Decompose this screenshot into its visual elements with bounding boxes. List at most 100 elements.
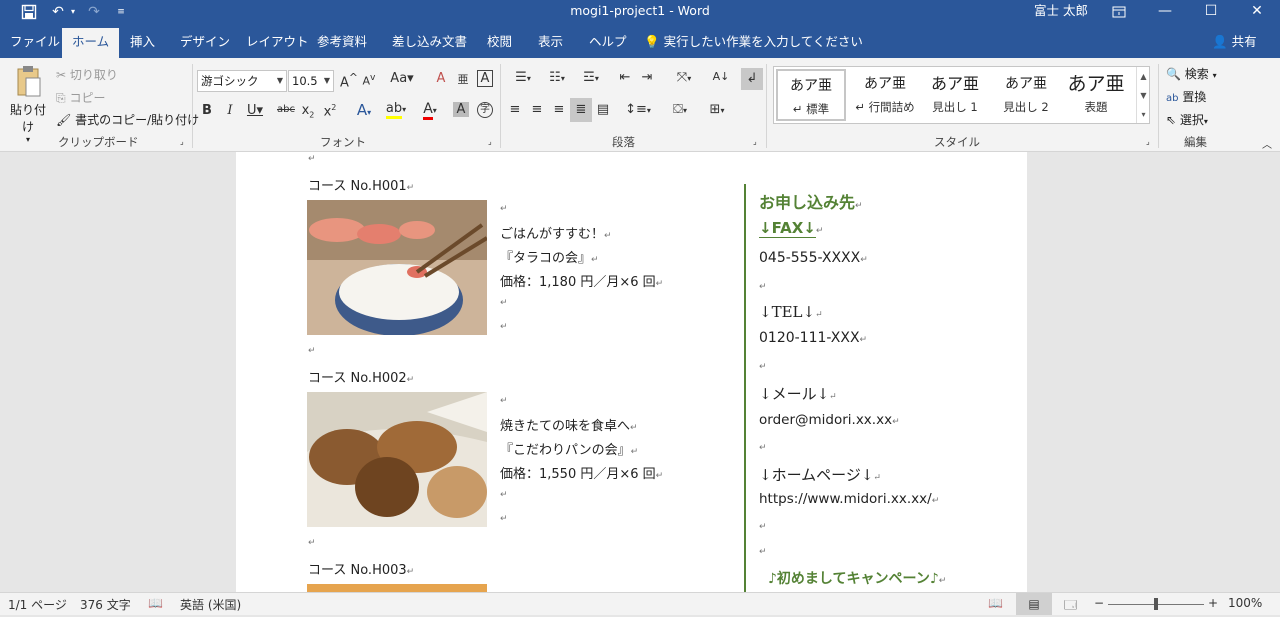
- align-left-icon[interactable]: ≡: [506, 102, 524, 117]
- tab-view[interactable]: 表示: [538, 28, 563, 58]
- zoom-slider-thumb[interactable]: [1154, 598, 1158, 610]
- column-divider: [744, 184, 746, 592]
- style-heading-2[interactable]: あア亜 見出し 2: [991, 69, 1061, 121]
- paragraph-mark: ↵: [759, 547, 767, 557]
- tab-help[interactable]: ヘルプ: [589, 28, 627, 58]
- select-button[interactable]: ⇖ 選択▾: [1166, 111, 1208, 128]
- zoom-out-icon[interactable]: −: [1094, 596, 1104, 610]
- print-layout-icon[interactable]: ▤: [1016, 593, 1052, 615]
- group-label-styles: スタイル: [934, 135, 980, 149]
- font-size-combo[interactable]: 10.5 ▼: [288, 70, 334, 92]
- proofing-icon[interactable]: 📖: [148, 596, 163, 610]
- tell-me-box[interactable]: 💡 実行したい作業を入力してください: [644, 28, 863, 56]
- show-formatting-marks-icon[interactable]: ↲: [741, 68, 763, 90]
- dialog-launcher-icon[interactable]: ⌟: [1146, 137, 1150, 146]
- paragraph-mark: ↵: [500, 298, 508, 308]
- change-case-icon[interactable]: Aa▾: [390, 71, 414, 86]
- italic-icon[interactable]: I: [224, 103, 236, 118]
- style-no-spacing[interactable]: あア亜 ↵ 行間詰め: [850, 69, 920, 121]
- chevron-down-icon: ▾: [1212, 71, 1217, 80]
- ribbon-tabs: ファイル ホーム 挿入 デザイン レイアウト 参考資料 差し込み文書 校閲 表示…: [0, 24, 1280, 58]
- tab-insert[interactable]: 挿入: [130, 28, 155, 58]
- course-line: 焼きたての味を食卓へ↵: [500, 419, 638, 434]
- zoom-level[interactable]: 100%: [1228, 596, 1262, 610]
- word-count[interactable]: 376 文字: [80, 596, 131, 613]
- align-right-icon[interactable]: ≡: [550, 102, 568, 117]
- borders-icon[interactable]: ⊞▾: [702, 102, 732, 117]
- minimize-icon[interactable]: —: [1142, 0, 1188, 24]
- close-icon[interactable]: ✕: [1234, 0, 1280, 24]
- tab-layout[interactable]: レイアウト: [246, 28, 309, 58]
- cursor-icon: ⇖: [1166, 113, 1177, 127]
- character-shading-icon[interactable]: A: [453, 102, 469, 117]
- asian-layout-icon[interactable]: ⤧▾: [670, 70, 698, 85]
- phonetic-guide-icon[interactable]: 亜: [456, 71, 470, 87]
- tab-review[interactable]: 校閲: [487, 28, 512, 58]
- grow-font-icon[interactable]: A^: [340, 71, 358, 90]
- distributed-icon[interactable]: ▤: [594, 102, 612, 117]
- style-heading-1[interactable]: あア亜 見出し 1: [920, 69, 990, 121]
- dialog-launcher-icon[interactable]: ⌟: [180, 137, 184, 146]
- underline-icon[interactable]: U▾: [245, 103, 265, 118]
- multilevel-list-icon[interactable]: ☲▾: [576, 70, 606, 85]
- group-label-editing: 編集: [1184, 135, 1207, 149]
- format-painter-button[interactable]: 🖌 書式のコピー/貼り付け: [56, 111, 199, 128]
- dialog-launcher-icon[interactable]: ⌟: [753, 137, 757, 146]
- find-button[interactable]: 🔍 検索 ▾: [1166, 65, 1217, 82]
- web-layout-icon[interactable]: 🗔: [1064, 596, 1077, 617]
- align-center-icon[interactable]: ≡: [528, 102, 546, 117]
- font-name-combo[interactable]: 游ゴシック ▼: [197, 70, 287, 92]
- photo-bread-basket[interactable]: [307, 392, 487, 527]
- course-line: 『こだわりパンの会』↵: [500, 443, 639, 458]
- bullets-icon[interactable]: ☰▾: [508, 70, 538, 85]
- document-page[interactable]: ↵ コース No.H001↵ ↵ ごはんがすすむ！↵ 『タラコの会』↵ 価格：1…: [236, 152, 1027, 592]
- bold-icon[interactable]: B: [201, 103, 213, 118]
- cut-button[interactable]: ✂ 切り取り: [56, 66, 118, 83]
- ribbon-display-options-icon[interactable]: [1096, 0, 1142, 24]
- clear-formatting-icon[interactable]: A: [434, 71, 448, 86]
- subscript-icon[interactable]: x2: [301, 103, 315, 120]
- style-title[interactable]: あア亜 表題: [1061, 69, 1131, 121]
- photo-course3[interactable]: [307, 584, 487, 592]
- page-count[interactable]: 1/1 ページ: [8, 596, 67, 613]
- style-gallery-scroll[interactable]: ▲ ▼ ▾: [1136, 67, 1150, 123]
- text-effects-icon[interactable]: A▾: [352, 101, 376, 119]
- tab-mailings[interactable]: 差し込み文書: [392, 28, 467, 58]
- font-color-icon[interactable]: A▾: [418, 101, 442, 120]
- tab-file[interactable]: ファイル: [10, 28, 60, 58]
- line-spacing-icon[interactable]: ↕≡▾: [624, 102, 652, 117]
- character-border-icon[interactable]: A: [477, 70, 493, 87]
- clipboard-icon: [17, 66, 41, 97]
- chevron-down-icon: ▼: [276, 76, 283, 85]
- zoom-in-icon[interactable]: +: [1208, 596, 1218, 610]
- shading-icon[interactable]: ⛋▾: [666, 102, 694, 117]
- style-normal[interactable]: あア亜 ↵ 標準: [776, 69, 846, 121]
- numbering-icon[interactable]: ☷▾: [542, 70, 572, 85]
- paste-button[interactable]: 貼り付け ▾: [6, 64, 50, 144]
- increase-indent-icon[interactable]: ⇥: [638, 70, 656, 85]
- strikethrough-icon[interactable]: abc: [276, 104, 296, 115]
- photo-rice-tarako[interactable]: [307, 200, 487, 335]
- decrease-indent-icon[interactable]: ⇤: [616, 70, 634, 85]
- highlight-icon[interactable]: ab▾: [384, 101, 408, 119]
- copy-button[interactable]: ⎘ コピー: [56, 89, 105, 106]
- collapse-ribbon-icon[interactable]: ︿: [1262, 136, 1272, 151]
- justify-icon[interactable]: ≣: [570, 98, 592, 122]
- shrink-font-icon[interactable]: Av: [362, 72, 376, 88]
- share-button[interactable]: 👤 共有: [1212, 28, 1257, 56]
- dialog-launcher-icon[interactable]: ⌟: [488, 137, 492, 146]
- maximize-icon[interactable]: ☐: [1188, 0, 1234, 24]
- read-mode-icon[interactable]: 📖: [988, 596, 1003, 610]
- tab-design[interactable]: デザイン: [180, 28, 230, 58]
- hp-url: https://www.midori.xx.xx/↵: [759, 491, 940, 507]
- superscript-icon[interactable]: x2: [323, 103, 337, 119]
- sort-icon[interactable]: A↓: [712, 70, 730, 83]
- enclose-characters-icon[interactable]: 字: [477, 102, 493, 118]
- user-name[interactable]: 富士 太郎: [1034, 0, 1088, 22]
- language[interactable]: 英語 (米国): [180, 596, 241, 613]
- tab-references[interactable]: 参考資料: [317, 28, 367, 58]
- replace-button[interactable]: ab 置換: [1166, 88, 1206, 105]
- window-title: mogi1-project1 - Word: [570, 3, 710, 18]
- tab-home[interactable]: ホーム: [62, 28, 120, 58]
- search-icon: 🔍: [1166, 67, 1181, 81]
